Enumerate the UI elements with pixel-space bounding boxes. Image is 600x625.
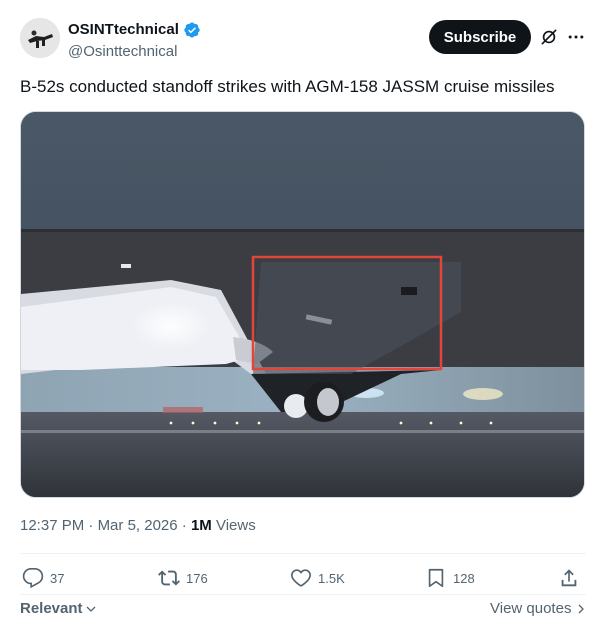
bookmark-count: 128	[453, 570, 475, 586]
bookmark-icon	[428, 568, 444, 588]
meta-separator-2: ·	[181, 517, 187, 534]
avatar[interactable]	[20, 18, 60, 58]
reply-icon	[22, 568, 44, 589]
reply-button[interactable]: 37	[22, 566, 64, 590]
like-button[interactable]: 1.5K	[290, 566, 345, 590]
view-quotes-link[interactable]: View quotes	[490, 600, 587, 617]
share-icon	[561, 569, 577, 587]
tweet-meta: 12:37 PM · Mar 5, 2026 · 1M Views	[20, 516, 256, 536]
tweet-time[interactable]: 12:37 PM	[20, 517, 84, 534]
bookmark-button[interactable]: 128	[425, 566, 475, 590]
action-bar: 37 176 1.5K 128	[20, 566, 586, 590]
retweet-button[interactable]: 176	[158, 566, 208, 590]
views-label: Views	[215, 517, 256, 534]
like-count: 1.5K	[318, 570, 345, 586]
verified-badge-icon	[184, 22, 200, 38]
reply-count: 37	[50, 570, 65, 586]
chevron-right-icon	[579, 604, 585, 613]
subscribe-button[interactable]: Subscribe	[429, 20, 531, 54]
sort-relevant-dropdown[interactable]: Relevant	[20, 600, 97, 617]
author-names: OSINTtechnical @Osinttechnical	[68, 20, 201, 62]
heart-icon	[291, 569, 311, 587]
view-quotes-label: View quotes	[490, 600, 572, 617]
divider	[20, 553, 586, 554]
handle[interactable]: @Osinttechnical	[68, 42, 201, 62]
tweet-date[interactable]: Mar 5, 2026	[98, 517, 178, 534]
display-name[interactable]: OSINTtechnical	[68, 20, 179, 40]
chevron-down-icon	[86, 606, 95, 612]
tweet-media-video[interactable]	[20, 111, 585, 498]
display-name-row[interactable]: OSINTtechnical	[68, 20, 201, 40]
video-frame	[21, 112, 584, 497]
share-button[interactable]	[558, 566, 580, 590]
grok-icon[interactable]	[539, 27, 559, 47]
retweet-icon	[158, 570, 180, 586]
views-count: 1M	[190, 517, 212, 534]
more-icon[interactable]	[566, 27, 586, 47]
divider-2	[20, 594, 586, 595]
relevant-label: Relevant	[20, 600, 83, 617]
meta-separator: ·	[88, 517, 94, 534]
retweet-count: 176	[186, 570, 208, 586]
avatar-image	[20, 18, 60, 58]
tweet-text: B-52s conducted standoff strikes with AG…	[20, 77, 555, 96]
tweet-header: OSINTtechnical @Osinttechnical Subscribe	[20, 18, 586, 62]
